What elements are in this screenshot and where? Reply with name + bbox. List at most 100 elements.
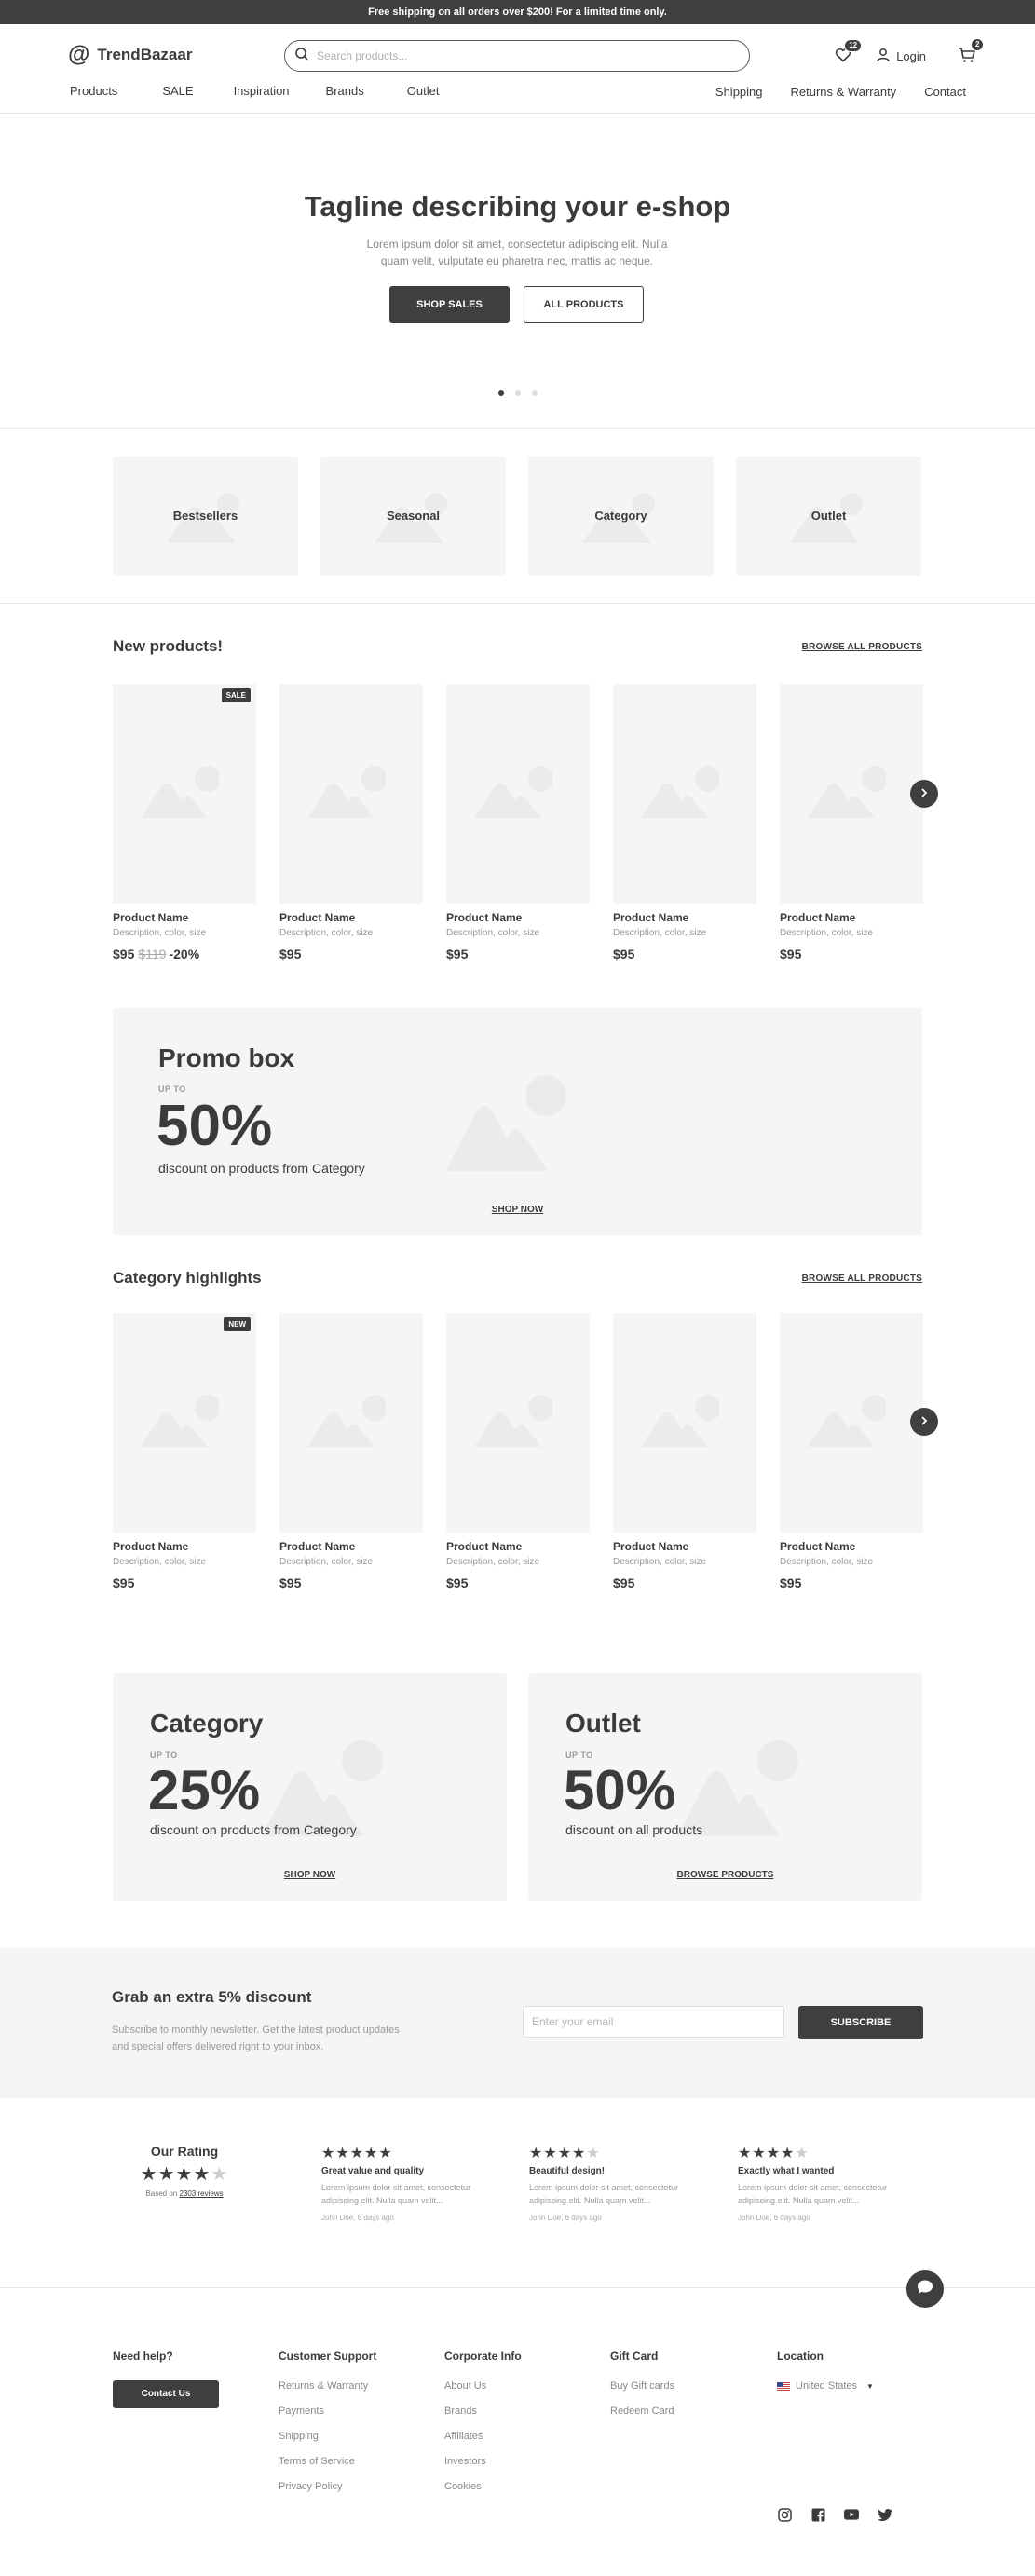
facebook-icon[interactable] [810,2507,825,2522]
footer-link[interactable]: Redeem Card [610,2406,674,2417]
product-card[interactable]: Product Name Description, color, size $9… [446,684,590,961]
product-name[interactable]: Product Name [446,1540,590,1553]
star-icon: ★ [157,2164,176,2185]
product-name[interactable]: Product Name [113,1540,256,1553]
product-image[interactable] [446,1313,590,1533]
wishlist-button[interactable]: 12 [835,39,863,65]
product-image[interactable] [613,684,756,904]
footer-link[interactable]: Terms of Service [279,2456,376,2467]
nav-item-inspiration[interactable]: Inspiration [234,84,290,98]
product-image[interactable] [446,684,590,904]
product-card[interactable]: Product Name Description, color, size $9… [780,1313,923,1590]
search-bar[interactable] [284,40,750,72]
category-label: Bestsellers [172,509,238,523]
youtube-icon[interactable] [844,2507,859,2522]
product-image[interactable] [279,1313,423,1533]
announcement-text: Free shipping on all orders over $200! F… [368,7,667,18]
rating-based-on: Based on 2303 reviews [138,2189,231,2198]
nav-item-contact[interactable]: Contact [924,85,966,99]
email-field[interactable] [523,2006,784,2038]
chevron-right-icon [919,785,929,802]
nav-item-sale[interactable]: SALE [162,84,193,98]
footer-column-title: Location [777,2350,824,2363]
product-description: Description, color, size [613,1557,707,1567]
category-tile-bestsellers[interactable]: Bestsellers [113,457,298,576]
product-card[interactable]: Product Name Description, color, size $9… [279,1313,423,1590]
shop-now-link[interactable]: SHOP NOW [113,1205,922,1215]
logo[interactable]: @ TrendBazaar [68,44,192,66]
image-placeholder-icon [141,1395,221,1452]
country-label: United States [796,2380,858,2392]
product-card[interactable]: Product Name Description, color, size $9… [613,684,756,961]
carousel-next-button[interactable] [910,1408,938,1436]
product-name[interactable]: Product Name [613,911,756,924]
all-products-button[interactable]: ALL PRODUCTS [524,286,644,323]
footer-link[interactable]: Brands [444,2406,522,2417]
footer-customer-support: Customer Support Returns & Warranty Paym… [279,2350,376,2506]
footer-link[interactable]: About Us [444,2380,522,2392]
carousel-dot-2[interactable] [515,390,521,396]
review-card: ★★★★★ Beautiful design! Lorem ipsum dolo… [529,2144,688,2222]
product-card[interactable]: SALE Product Name Description, color, si… [113,684,256,961]
product-name[interactable]: Product Name [613,1540,756,1553]
product-image[interactable] [613,1313,756,1533]
nav-item-outlet[interactable]: Outlet [407,84,440,98]
search-input[interactable] [317,49,727,62]
footer-link[interactable]: Payments [279,2406,376,2417]
product-image[interactable] [279,684,423,904]
product-image[interactable]: NEW [113,1313,256,1533]
footer-link[interactable]: Investors [444,2456,522,2467]
category-tile-category[interactable]: Category [528,457,714,576]
nav-item-products[interactable]: Products [70,84,117,98]
twitter-icon[interactable] [878,2507,892,2522]
product-name[interactable]: Product Name [446,911,590,924]
product-price: $95 [446,947,469,961]
instagram-icon[interactable] [777,2507,792,2522]
carousel-dot-1[interactable] [498,390,504,396]
subscribe-button[interactable]: SUBSCRIBE [798,2006,923,2039]
product-card[interactable]: Product Name Description, color, size $9… [780,684,923,961]
reviews-count-link[interactable]: 2303 reviews [179,2189,223,2198]
nav-item-shipping[interactable]: Shipping [715,85,763,99]
footer-link[interactable]: Shipping [279,2431,376,2442]
login-button[interactable]: Login [876,48,926,65]
product-card[interactable]: NEW Product Name Description, color, siz… [113,1313,256,1590]
newsletter-text: Subscribe to monthly newsletter. Get the… [112,2024,400,2052]
browse-all-products-link[interactable]: BROWSE ALL PRODUCTS [802,642,922,652]
category-tile-outlet[interactable]: Outlet [736,457,921,576]
product-name[interactable]: Product Name [279,1540,423,1553]
category-tile-seasonal[interactable]: Seasonal [320,457,506,576]
shop-now-link[interactable]: SHOP NOW [113,1870,507,1880]
browse-all-products-link[interactable]: BROWSE ALL PRODUCTS [802,1274,922,1284]
product-name[interactable]: Product Name [780,911,923,924]
footer-link[interactable]: Affiliates [444,2431,522,2442]
nav-item-returns-warranty[interactable]: Returns & Warranty [791,85,897,99]
footer-link[interactable]: Buy Gift cards [610,2380,674,2392]
country-selector[interactable]: United States ▼ [777,2380,874,2392]
product-card[interactable]: Product Name Description, color, size $9… [613,1313,756,1590]
cart-button[interactable]: 2 [958,38,985,66]
review-author: John Doe, 6 days ago [529,2214,602,2222]
product-card[interactable]: Product Name Description, color, size $9… [279,684,423,961]
product-image[interactable]: SALE [113,684,256,904]
browse-products-link[interactable]: BROWSE PRODUCTS [528,1870,922,1880]
carousel-dot-3[interactable] [532,390,538,396]
product-name[interactable]: Product Name [113,911,256,924]
section-title: New products! [113,637,224,655]
product-image[interactable] [780,684,923,904]
footer-link[interactable]: Returns & Warranty [279,2380,376,2392]
footer-help: Need help? Contact Us [113,2350,219,2408]
caret-down-icon: ▼ [866,2381,874,2391]
product-name[interactable]: Product Name [780,1540,923,1553]
nav-item-brands[interactable]: Brands [326,84,364,98]
shop-sales-button[interactable]: SHOP SALES [389,286,510,323]
contact-us-button[interactable]: Contact Us [113,2380,219,2408]
carousel-next-button[interactable] [910,780,938,808]
product-card[interactable]: Product Name Description, color, size $9… [446,1313,590,1590]
product-image[interactable] [780,1313,923,1533]
footer-link[interactable]: Cookies [444,2481,522,2492]
promo-subtitle: discount on products from Category [158,1161,365,1176]
product-name[interactable]: Product Name [279,911,423,924]
footer-link[interactable]: Privacy Policy [279,2481,376,2492]
promo-section: Promo box UP TO 50% discount on products… [0,1008,1035,1269]
